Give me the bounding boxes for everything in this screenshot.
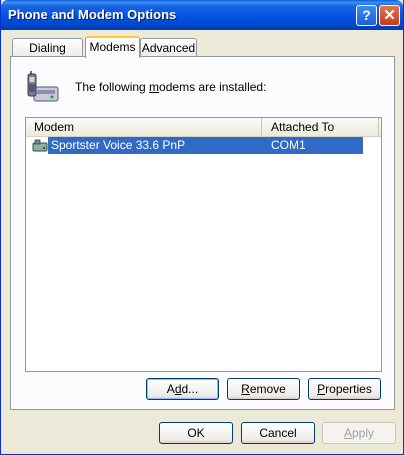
column-header-modem[interactable]: Modem [26,118,262,136]
remove-button[interactable]: Remove [227,378,300,400]
apply-button[interactable]: Apply [322,422,396,444]
phone-and-modem-options-dialog: Phone and Modem Options ? ✕ Dialing Rule… [0,0,404,455]
tab-modems[interactable]: Modems [85,36,140,58]
help-icon: ? [362,7,371,23]
window-title: Phone and Modem Options [8,7,177,22]
modem-phone-icon [27,71,59,102]
close-icon: ✕ [383,7,396,24]
list-item[interactable]: Sportster Voice 33.6 PnP COM1 [28,137,363,154]
properties-button[interactable]: Properties [308,378,381,400]
attached-to-cell: COM1 [271,138,306,152]
modem-list[interactable]: Modem Attached To Sportster Voice 33.6 P… [25,117,382,372]
cancel-button[interactable]: Cancel [241,422,315,444]
ok-button[interactable]: OK [159,422,233,444]
help-button[interactable]: ? [356,5,377,26]
modem-icon [32,139,48,152]
list-header: Modem Attached To [26,118,381,137]
tab-dialing-rules[interactable]: Dialing Rules [12,38,83,73]
tab-label: Modems [89,40,136,54]
tab-advanced[interactable]: Advanced [140,38,197,58]
installed-modems-label: The following modems are installed: [75,80,267,94]
tab-label: Advanced [141,41,196,55]
add-button[interactable]: Add... [146,378,219,400]
modem-name-cell: Sportster Voice 33.6 PnP [51,138,186,152]
column-header-attached-to[interactable]: Attached To [263,118,379,136]
close-button[interactable]: ✕ [379,5,400,26]
title-bar[interactable]: Phone and Modem Options ? ✕ [1,0,403,30]
